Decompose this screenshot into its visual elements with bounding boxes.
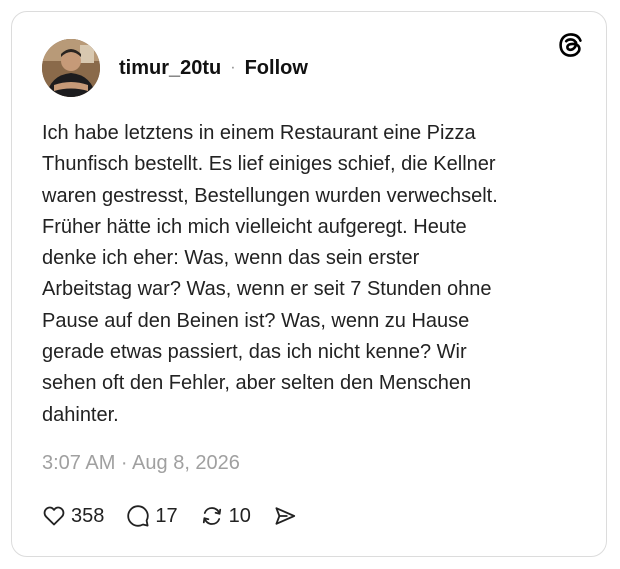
- action-bar: 358 17 10: [42, 501, 319, 531]
- comment-icon: [126, 504, 150, 528]
- reply-count: 17: [155, 505, 177, 528]
- reply-button[interactable]: 17: [126, 504, 177, 528]
- threads-logo-icon[interactable]: [558, 32, 584, 58]
- repost-icon: [200, 504, 224, 528]
- share-button[interactable]: [273, 504, 297, 528]
- username[interactable]: timur_20tu: [119, 57, 221, 80]
- heart-icon: [42, 504, 66, 528]
- like-count: 358: [71, 505, 104, 528]
- post-header: timur_20tu · Follow: [42, 37, 308, 99]
- post-timestamp[interactable]: 3:07 AM · Aug 8, 2026: [42, 452, 240, 475]
- send-icon: [273, 504, 297, 528]
- avatar[interactable]: [42, 39, 100, 97]
- like-button[interactable]: 358: [42, 504, 104, 528]
- repost-button[interactable]: 10: [200, 504, 251, 528]
- post-card: timur_20tu · Follow Ich habe letztens in…: [11, 11, 607, 557]
- post-text: Ich habe letztens in einem Restaurant ei…: [42, 118, 572, 431]
- follow-button[interactable]: Follow: [245, 57, 308, 80]
- separator-dot: ·: [230, 59, 235, 77]
- repost-count: 10: [229, 505, 251, 528]
